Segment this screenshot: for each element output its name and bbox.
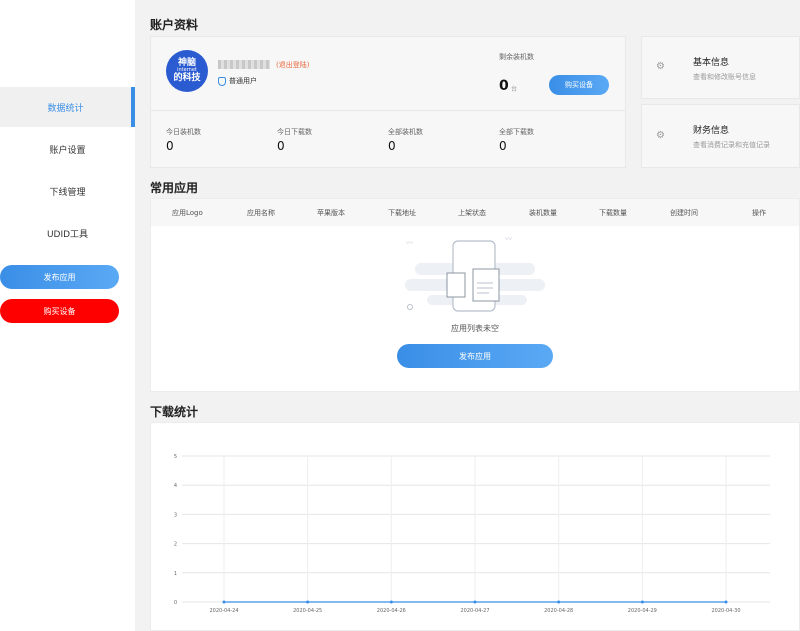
x-tick-label: 2020-04-25: [293, 608, 322, 614]
empty-list-text: 应用列表未空: [451, 324, 499, 333]
sidebar-publish-button[interactable]: 发布应用: [0, 265, 119, 289]
empty-list-illustration: 〰 〰: [405, 235, 545, 312]
brand-logo: 神脑 internet 的科技: [166, 50, 208, 92]
sidebar-item-data-stats[interactable]: 数据统计: [0, 87, 135, 127]
logout-link[interactable]: (退出登陆): [276, 60, 309, 70]
basic-info-desc: 查看和修改账号信息: [693, 73, 756, 81]
x-tick-label: 2020-04-26: [377, 608, 406, 614]
column-header: 上架状态: [458, 209, 486, 217]
x-tick-label: 2020-04-29: [628, 608, 657, 614]
y-tick-label: 0: [174, 600, 177, 606]
remaining-installs-label: 剩余装机数: [499, 53, 534, 61]
stat-value-today-downloads: 0: [277, 139, 285, 153]
username-redacted: [218, 60, 270, 69]
y-tick-label: 3: [174, 512, 177, 518]
downloads-chart: 012345 2020-04-24 2020-04-25 2020-04-26 202…: [174, 454, 770, 614]
sidebar: 数据统计 账户设置 下线管理 UDID工具 发布应用 购买设备: [0, 0, 135, 631]
remaining-installs-value: 0: [499, 78, 509, 94]
data-point[interactable]: [306, 600, 310, 604]
y-tick-label: 5: [174, 454, 177, 460]
finance-info-desc: 查看消费记录和充值记录: [693, 141, 770, 149]
column-header: 应用Logo: [172, 209, 203, 217]
y-tick-label: 4: [174, 483, 177, 489]
data-point[interactable]: [389, 600, 393, 604]
chart-series: [222, 600, 728, 604]
column-header: 苹果版本: [317, 209, 345, 217]
sidebar-buy-button[interactable]: 购买设备: [0, 299, 119, 323]
downloads-section-title: 下载统计: [150, 405, 199, 419]
shield-icon: [218, 76, 226, 86]
column-header: 装机数量: [529, 209, 557, 217]
basic-info-title: 基本信息: [693, 58, 730, 68]
user-type: 普通用户: [218, 76, 257, 86]
buy-device-button[interactable]: 购买设备: [549, 75, 609, 95]
column-header: 创建时间: [670, 209, 698, 217]
stat-label-total-downloads: 全部下载数: [499, 128, 534, 136]
logo-text-3: 的科技: [173, 72, 201, 83]
svg-text:〰: 〰: [505, 235, 512, 243]
chart-grid: [182, 455, 770, 603]
x-tick-label: 2020-04-27: [460, 608, 489, 614]
sidebar-item-offline-management[interactable]: 下线管理: [0, 171, 135, 211]
y-tick-label: 1: [174, 571, 177, 577]
gear-icon: ⚙: [656, 130, 665, 141]
y-tick-label: 2: [174, 542, 177, 548]
x-tick-label: 2020-04-28: [544, 608, 573, 614]
divider: [151, 110, 625, 111]
column-header: 应用名称: [247, 209, 275, 217]
remaining-installs-unit: 台: [511, 86, 518, 93]
column-header: 操作: [752, 209, 766, 217]
data-point[interactable]: [724, 600, 728, 604]
chart-y-axis: 0 1 2 3 4 5: [174, 454, 177, 606]
stat-value-total-downloads: 0: [499, 139, 507, 153]
x-tick-label: 2020-04-24: [209, 608, 238, 614]
chart-x-axis: 2020-04-24 2020-04-25 2020-04-26 2020-04-27…: [209, 608, 740, 614]
column-header: 下载数量: [599, 209, 627, 217]
data-point[interactable]: [640, 600, 644, 604]
data-point[interactable]: [222, 600, 226, 604]
sidebar-item-account-settings[interactable]: 账户设置: [0, 129, 135, 169]
publish-app-button[interactable]: 发布应用: [397, 344, 553, 368]
sidebar-item-udid-tool[interactable]: UDID工具: [0, 213, 135, 253]
data-point[interactable]: [557, 600, 561, 604]
svg-text:〰: 〰: [406, 239, 413, 247]
stat-value-today-installs: 0: [166, 139, 174, 153]
account-section-title: 账户资料: [150, 18, 199, 32]
x-tick-label: 2020-04-30: [711, 608, 740, 614]
gear-icon: ⚙: [656, 61, 665, 72]
apps-section-title: 常用应用: [150, 181, 199, 195]
stat-label-total-installs: 全部装机数: [388, 128, 423, 136]
stat-label-today-installs: 今日装机数: [166, 128, 201, 136]
user-type-label: 普通用户: [229, 77, 257, 85]
finance-info-title: 财务信息: [693, 126, 730, 136]
stat-value-total-installs: 0: [388, 139, 396, 153]
column-header: 下载地址: [388, 209, 416, 217]
data-point[interactable]: [473, 600, 477, 604]
stat-label-today-downloads: 今日下载数: [277, 128, 312, 136]
